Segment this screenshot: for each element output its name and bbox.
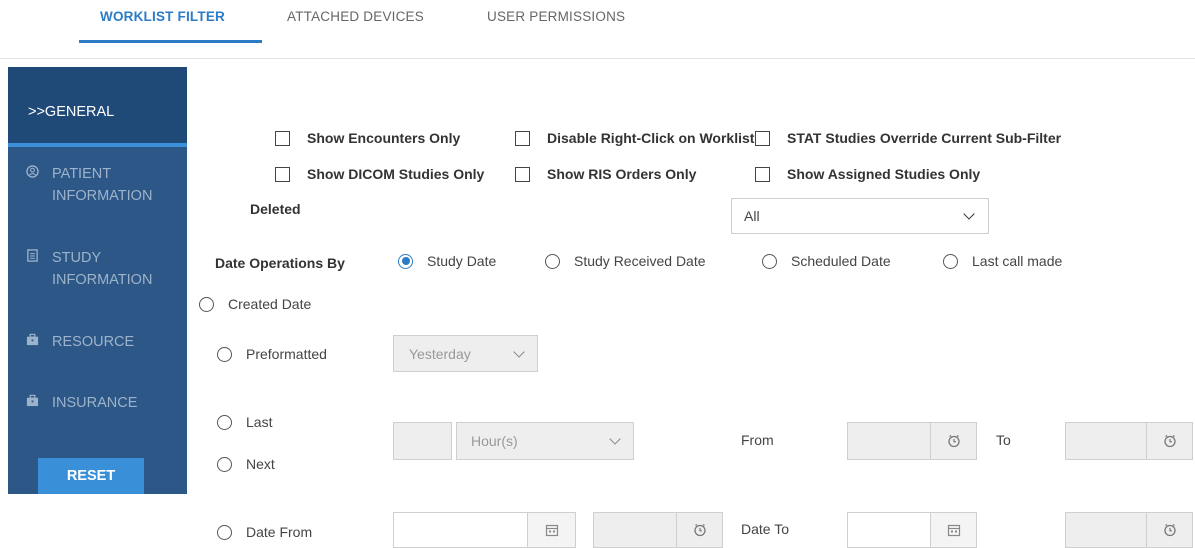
checkbox-box[interactable] bbox=[515, 166, 530, 182]
radio-last-call-made[interactable]: Last call made bbox=[943, 253, 1062, 269]
deleted-select-value: All bbox=[744, 208, 760, 224]
checkbox-label: Show Encounters Only bbox=[307, 130, 461, 146]
unit-select[interactable]: Hour(s) bbox=[456, 422, 634, 460]
user-circle-icon bbox=[26, 165, 39, 178]
date-to-input[interactable] bbox=[847, 512, 977, 548]
radio-created-date[interactable]: Created Date bbox=[199, 296, 311, 312]
checkbox-label: Show DICOM Studies Only bbox=[307, 166, 485, 182]
radio-next[interactable]: Next bbox=[217, 456, 275, 472]
clock-icon[interactable] bbox=[930, 423, 976, 459]
radio-label: Date From bbox=[246, 524, 313, 540]
stat-studies-override-checkbox[interactable]: STAT Studies Override Current Sub-Filter bbox=[755, 130, 1061, 146]
sidebar-item-label: PATIENT INFORMATION bbox=[52, 166, 153, 204]
radio-button[interactable] bbox=[217, 414, 232, 430]
sidebar-item-general[interactable]: >>GENERAL bbox=[8, 67, 187, 143]
unit-select-value: Hour(s) bbox=[471, 433, 518, 449]
from-time-input[interactable] bbox=[847, 422, 977, 460]
radio-button[interactable] bbox=[217, 524, 232, 540]
radio-button[interactable] bbox=[545, 253, 560, 269]
radio-label: Next bbox=[246, 456, 275, 472]
checkbox-box[interactable] bbox=[515, 130, 530, 146]
checkbox-box[interactable] bbox=[755, 130, 770, 146]
radio-date-from[interactable]: Date From bbox=[217, 524, 312, 540]
checkbox-label: Show Assigned Studies Only bbox=[787, 166, 981, 182]
chevron-down-icon bbox=[963, 208, 975, 220]
radio-label: Study Date bbox=[427, 253, 497, 269]
radio-study-date[interactable]: Study Date bbox=[398, 253, 496, 269]
checkbox-label: Disable Right-Click on Worklist bbox=[547, 130, 755, 146]
document-icon bbox=[27, 249, 38, 262]
show-dicom-studies-only-checkbox[interactable]: Show DICOM Studies Only bbox=[275, 166, 484, 182]
radio-label: Last bbox=[246, 414, 273, 430]
radio-label: Created Date bbox=[228, 296, 312, 312]
checkbox-box[interactable] bbox=[755, 166, 770, 182]
preformatted-select-value: Yesterday bbox=[409, 346, 471, 362]
checkbox-label: Show RIS Orders Only bbox=[547, 166, 697, 182]
briefcase-icon bbox=[26, 333, 39, 346]
radio-preformatted[interactable]: Preformatted bbox=[217, 346, 327, 362]
calendar-icon[interactable] bbox=[527, 513, 575, 547]
disable-right-click-checkbox[interactable]: Disable Right-Click on Worklist bbox=[515, 130, 754, 146]
radio-button[interactable] bbox=[199, 296, 214, 312]
radio-label: Last call made bbox=[972, 253, 1063, 269]
clock-icon[interactable] bbox=[1146, 513, 1192, 547]
show-encounters-only-checkbox[interactable]: Show Encounters Only bbox=[275, 130, 460, 146]
checkbox-box[interactable] bbox=[275, 130, 290, 146]
calendar-icon[interactable] bbox=[930, 513, 976, 547]
tab-worklist-filter[interactable]: WORKLIST FILTER bbox=[100, 9, 225, 24]
date-from-input[interactable] bbox=[393, 512, 576, 548]
chevron-down-icon bbox=[609, 433, 621, 445]
to-label: To bbox=[996, 432, 1011, 448]
radio-button[interactable] bbox=[217, 346, 232, 362]
show-assigned-studies-only-checkbox[interactable]: Show Assigned Studies Only bbox=[755, 166, 980, 182]
tab-user-permissions[interactable]: USER PERMISSIONS bbox=[487, 9, 625, 24]
chevron-down-icon bbox=[513, 346, 525, 358]
radio-button[interactable] bbox=[762, 253, 777, 269]
radio-scheduled-date[interactable]: Scheduled Date bbox=[762, 253, 891, 269]
radio-label: Study Received Date bbox=[574, 253, 706, 269]
briefcase-icon bbox=[26, 394, 39, 407]
last-next-quantity-input[interactable] bbox=[393, 422, 452, 460]
show-ris-orders-only-checkbox[interactable]: Show RIS Orders Only bbox=[515, 166, 696, 182]
date-from-time-input[interactable] bbox=[593, 512, 723, 548]
header-divider bbox=[0, 58, 1195, 59]
radio-label: Scheduled Date bbox=[791, 253, 891, 269]
sidebar: >>GENERAL PATIENT INFORMATION STUDY INFO… bbox=[8, 67, 187, 494]
deleted-select[interactable]: All bbox=[731, 198, 989, 234]
date-to-label: Date To bbox=[741, 521, 789, 537]
date-operations-label: Date Operations By bbox=[215, 255, 345, 271]
radio-label: Preformatted bbox=[246, 346, 327, 362]
date-to-time-input[interactable] bbox=[1065, 512, 1193, 548]
sidebar-item-label: RESOURCE bbox=[52, 334, 135, 350]
sidebar-item-label: STUDY INFORMATION bbox=[52, 250, 153, 288]
preformatted-select[interactable]: Yesterday bbox=[393, 335, 538, 372]
active-tab-indicator bbox=[79, 40, 262, 43]
sidebar-active-indicator bbox=[8, 143, 187, 147]
radio-last[interactable]: Last bbox=[217, 414, 272, 430]
to-time-input[interactable] bbox=[1065, 422, 1193, 460]
sidebar-item-label: >>GENERAL bbox=[28, 104, 115, 120]
clock-icon[interactable] bbox=[1146, 423, 1192, 459]
radio-button[interactable] bbox=[217, 456, 232, 472]
clock-icon[interactable] bbox=[676, 513, 722, 547]
radio-study-received-date[interactable]: Study Received Date bbox=[545, 253, 706, 269]
from-label: From bbox=[741, 432, 774, 448]
tab-attached-devices[interactable]: ATTACHED DEVICES bbox=[287, 9, 424, 24]
reset-button[interactable]: RESET bbox=[38, 458, 144, 494]
deleted-label: Deleted bbox=[250, 201, 301, 217]
radio-button[interactable] bbox=[398, 253, 413, 269]
checkbox-label: STAT Studies Override Current Sub-Filter bbox=[787, 130, 1062, 146]
checkbox-box[interactable] bbox=[275, 166, 290, 182]
sidebar-item-label: INSURANCE bbox=[52, 395, 138, 411]
radio-button[interactable] bbox=[943, 253, 958, 269]
